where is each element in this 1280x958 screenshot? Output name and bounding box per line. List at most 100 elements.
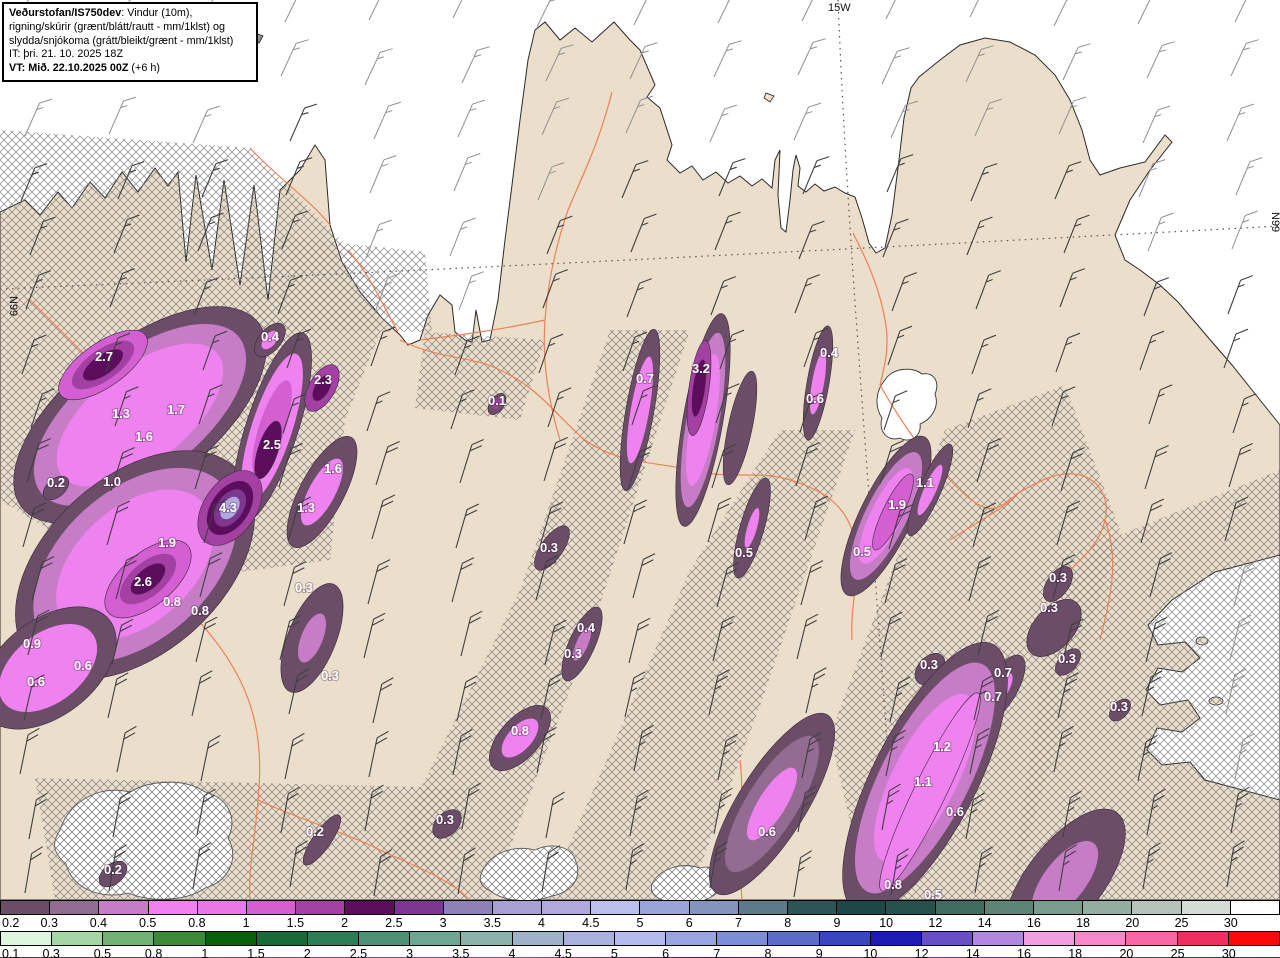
precip-value-label: 1.9 — [888, 497, 906, 512]
legend-cell — [50, 901, 100, 914]
legend: 0.2 0.3 0.4 0.5 0.8 1 1.5 2 2.5 3 3.5 4 4.5 5 6 7 8 9 10 12… — [0, 900, 1280, 958]
legend-cell — [1228, 932, 1280, 945]
legend-tick-label: 0.3 — [42, 947, 60, 958]
legend-cell — [614, 932, 667, 945]
precip-value-label: 1.7 — [167, 402, 185, 417]
legend-tick-label: 20 — [1125, 916, 1140, 930]
legend-cell — [717, 932, 769, 945]
legend-tick-label: 16 — [1026, 916, 1041, 930]
legend-cell — [972, 932, 1025, 945]
precip-value-label: 0.6 — [946, 804, 964, 819]
precip-value-label: 0.1 — [488, 393, 506, 408]
legend-tick-label: 1 — [201, 947, 209, 958]
legend-tick-label: 3 — [439, 916, 447, 930]
legend-cell — [307, 932, 360, 945]
title-line-3: slydda/snjókoma (grátt/bleikt/grænt - mm… — [9, 34, 234, 47]
legend-cell — [443, 901, 493, 914]
precip-value-label: 0.6 — [27, 674, 45, 689]
legend-tick-label: 16 — [1017, 947, 1031, 958]
precip-value-label: 0.6 — [806, 391, 824, 406]
legend-cell — [542, 901, 592, 914]
precip-value-label: 0.3 — [564, 646, 582, 661]
precip-value-label: 0.4 — [261, 329, 280, 344]
legend-tick-label: 4 — [508, 947, 516, 958]
legend-tick-label: 0.8 — [144, 947, 163, 958]
precip-value-label: 0.8 — [884, 877, 902, 892]
legend-cell — [461, 932, 513, 945]
precip-value-label: 1.1 — [914, 774, 932, 789]
legend-sleet-bar — [0, 900, 1280, 915]
legend-cell — [410, 932, 462, 945]
precip-value-label: 0.7 — [984, 689, 1002, 704]
legend-tick-label: 0.8 — [188, 916, 206, 930]
legend-tick-label: 18 — [1076, 916, 1091, 930]
precip-value-label: 0.6 — [74, 658, 92, 673]
legend-cell — [359, 932, 411, 945]
legend-tick-label: 9 — [833, 916, 841, 930]
precip-value-label: 0.9 — [23, 636, 41, 651]
legend-cell — [246, 901, 297, 914]
precip-value-label: 0.5 — [735, 545, 753, 560]
legend-cell — [0, 932, 53, 945]
precip-value-label: 0.3 — [436, 812, 454, 827]
legend-tick-label: 2 — [341, 916, 349, 930]
legend-tick-label: 30 — [1223, 916, 1238, 930]
precip-value-label: 1.6 — [324, 461, 342, 476]
legend-tick-label: 30 — [1221, 947, 1236, 958]
legend-tick-label: 1.5 — [286, 916, 305, 930]
legend-tick-label: 12 — [928, 916, 943, 930]
legend-tick-label: 6 — [662, 947, 670, 958]
precip-value-label: 1.6 — [135, 429, 153, 444]
meridian-label: 15W — [828, 2, 851, 14]
legend-tick-label: 5 — [636, 916, 644, 930]
precip-value-label: 2.7 — [95, 349, 113, 364]
legend-tick-label: 25 — [1174, 916, 1189, 930]
precip-value-label: 1.0 — [103, 474, 121, 489]
precip-value-label: 0.5 — [924, 887, 942, 900]
legend-cell — [837, 901, 887, 914]
legend-cell — [768, 932, 820, 945]
legend-cell — [512, 932, 564, 945]
legend-cell — [394, 901, 444, 914]
legend-tick-label: 4.5 — [582, 916, 600, 930]
legend-tick-label: 3.5 — [483, 916, 501, 930]
legend-cell — [666, 932, 718, 945]
legend-cell — [1181, 901, 1231, 914]
legend-tick-label: 18 — [1068, 947, 1083, 958]
legend-cell — [591, 901, 641, 914]
title-box: Veðurstofan/IS750dev: Vindur (10m), rign… — [2, 2, 258, 83]
legend-tick-label: 2.5 — [349, 947, 368, 958]
legend-cell — [103, 932, 155, 945]
precip-value-label: 2.3 — [314, 372, 332, 387]
legend-tick-label: 10 — [879, 916, 894, 930]
precip-value-label: 2.6 — [134, 574, 152, 589]
precip-value-label: 2.5 — [263, 437, 281, 452]
legend-tick-label: 12 — [914, 947, 929, 958]
title-line-2: rigning/skúrir (grænt/blátt/rautt - mm/1… — [9, 20, 226, 33]
precip-value-label: 1.3 — [297, 500, 315, 515]
legend-cell — [1132, 901, 1182, 914]
valid-time: VT: Mið. 22.10.2025 00Z (+6 h) — [9, 62, 160, 75]
parallel-label-right: N99 — [1269, 212, 1280, 232]
legend-cell — [1126, 932, 1178, 945]
legend-cell — [921, 932, 973, 945]
legend-rain-labels: 0.1 0.3 0.5 0.8 1 1.5 2 2.5 3 3.5 4 4.5 5 6 7 8 9 10 12 14 1… — [0, 946, 1280, 958]
legend-tick-label: 14 — [977, 916, 992, 930]
legend-cell — [0, 901, 51, 914]
precip-value-label: 0.3 — [540, 540, 558, 555]
precip-value-label: 1.1 — [916, 475, 934, 490]
legend-cell — [154, 932, 206, 945]
precip-value-label: 0.7 — [994, 665, 1012, 680]
precip-value-label: 0.4 — [820, 345, 839, 360]
legend-sleet-labels: 0.2 0.3 0.4 0.5 0.8 1 1.5 2 2.5 3 3.5 4 4.5 5 6 7 8 9 10 12… — [0, 915, 1280, 931]
product-name: Veðurstofan/IS750dev — [9, 7, 122, 19]
legend-tick-label: 7 — [713, 947, 721, 958]
init-time: IT: þri. 21. 10. 2025 18Z — [9, 48, 124, 61]
title-line-1: Veðurstofan/IS750dev: Vindur (10m), — [9, 7, 193, 19]
legend-cell — [205, 932, 257, 945]
legend-tick-label: 1.5 — [247, 947, 265, 958]
legend-cell — [256, 932, 308, 945]
precip-value-label: 0.8 — [511, 723, 529, 738]
legend-tick-label: 0.2 — [2, 916, 20, 930]
precip-value-label: 0.8 — [191, 603, 209, 618]
